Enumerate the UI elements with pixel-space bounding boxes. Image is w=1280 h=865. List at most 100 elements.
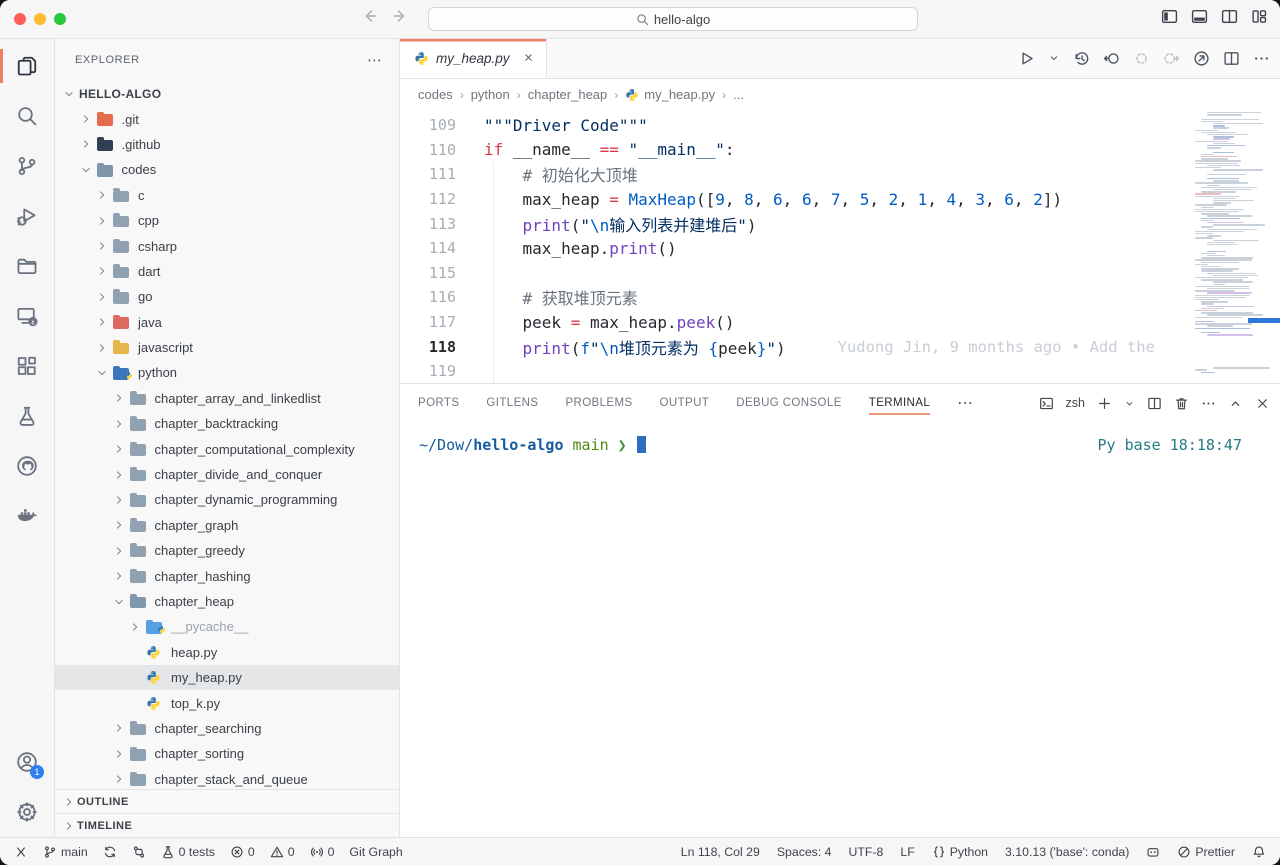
tree-item-chapter-backtracking[interactable]: chapter_backtracking	[55, 411, 399, 436]
activity-remote-explorer[interactable]	[0, 291, 54, 341]
activity-accounts[interactable]: 1	[0, 737, 54, 787]
status-utf-8[interactable]: UTF-8	[849, 845, 884, 859]
status-robot-icon[interactable]	[1146, 845, 1160, 859]
status-3-10-13-base-conda-[interactable]: 3.10.13 ('base': conda)	[1005, 845, 1129, 859]
layout-sidebar-icon[interactable]	[1161, 8, 1178, 25]
minimize-button[interactable]	[34, 13, 46, 25]
trash-icon[interactable]	[1174, 396, 1189, 411]
status-0[interactable]: 0	[310, 845, 335, 859]
status-lf[interactable]: LF	[900, 845, 914, 859]
circle-dim-icon[interactable]	[1133, 50, 1150, 67]
tree-item-c[interactable]: c	[55, 183, 399, 208]
more-dots-icon[interactable]	[1253, 50, 1270, 67]
shell-label[interactable]: zsh	[1066, 396, 1085, 410]
status-git-graph[interactable]: Git Graph	[349, 845, 402, 859]
breadcrumb-python[interactable]: python	[471, 87, 510, 102]
tree-item-chapter-graph[interactable]: chapter_graph	[55, 513, 399, 538]
layout-custom-icon[interactable]	[1251, 8, 1268, 25]
activity-run-debug[interactable]	[0, 191, 54, 241]
tree-item-chapter-hashing[interactable]: chapter_hashing	[55, 563, 399, 588]
tree-item-chapter-computational-complexity[interactable]: chapter_computational_complexity	[55, 436, 399, 461]
more-dots-icon[interactable]	[1201, 396, 1216, 411]
status-0[interactable]: 0	[230, 845, 255, 859]
nav-back-icon[interactable]	[362, 8, 378, 24]
close-button[interactable]	[14, 13, 26, 25]
status-ln-118-col-29[interactable]: Ln 118, Col 29	[681, 845, 760, 859]
tab-close-icon[interactable]	[523, 51, 534, 66]
tree-item-dart[interactable]: dart	[55, 259, 399, 284]
split-icon[interactable]	[1147, 396, 1162, 411]
panel-tab-output[interactable]: OUTPUT	[660, 384, 710, 422]
chev-up-icon[interactable]	[1228, 396, 1243, 411]
breadcrumb-codes[interactable]: codes	[418, 87, 453, 102]
code-editor[interactable]: 109"""Driver Code"""110if __name__ == "_…	[400, 110, 1280, 383]
activity-explorer[interactable]	[0, 41, 54, 91]
activity-testing[interactable]	[0, 391, 54, 441]
tree-item-chapter-heap[interactable]: chapter_heap	[55, 589, 399, 614]
terminal-icon[interactable]	[1039, 396, 1054, 411]
minimap[interactable]	[1192, 112, 1266, 380]
panel-tab-terminal[interactable]: TERMINAL	[869, 384, 930, 422]
tree-item--github[interactable]: .github	[55, 132, 399, 157]
status-0[interactable]: 0	[270, 845, 295, 859]
breadcrumb-chapter_heap[interactable]: chapter_heap	[528, 87, 608, 102]
activity-source-control[interactable]	[0, 141, 54, 191]
layout-secondary-icon[interactable]	[1221, 8, 1238, 25]
status-prettier[interactable]: Prettier	[1177, 845, 1235, 859]
tree-item-my-heap-py[interactable]: my_heap.py	[55, 665, 399, 690]
section-timeline[interactable]: TIMELINE	[55, 813, 399, 837]
breadcrumb--[interactable]: ...	[733, 87, 744, 102]
activity-project-manager[interactable]	[0, 241, 54, 291]
tree-item-csharp[interactable]: csharp	[55, 233, 399, 258]
plus-icon[interactable]	[1097, 396, 1112, 411]
activity-docker[interactable]	[0, 491, 54, 541]
history-icon[interactable]	[1073, 50, 1090, 67]
tree-item--git[interactable]: .git	[55, 106, 399, 131]
tree-item-chapter-array-and-linkedlist[interactable]: chapter_array_and_linkedlist	[55, 386, 399, 411]
tree-item-hello-algo[interactable]: HELLO-ALGO	[55, 81, 399, 106]
tree-item-heap-py[interactable]: heap.py	[55, 640, 399, 665]
panel-tab-problems[interactable]: PROBLEMS	[565, 384, 632, 422]
status-bell-icon[interactable]	[1252, 845, 1266, 859]
nav-forward-icon[interactable]	[392, 8, 408, 24]
chev-down-sm-icon[interactable]	[1124, 398, 1135, 409]
status-main[interactable]: main	[43, 845, 88, 859]
tree-item-chapter-divide-and-conquer[interactable]: chapter_divide_and_conquer	[55, 462, 399, 487]
command-center-search[interactable]: hello-algo	[428, 7, 918, 31]
tree-item-top-k-py[interactable]: top_k.py	[55, 690, 399, 715]
status-spaces-4[interactable]: Spaces: 4	[777, 845, 832, 859]
tree-item--pycache-[interactable]: __pycache__	[55, 614, 399, 639]
zoom-button[interactable]	[54, 13, 66, 25]
status-python[interactable]: Python	[932, 845, 988, 859]
panel-tab-debug-console[interactable]: DEBUG CONSOLE	[736, 384, 842, 422]
chev-down-sm-icon[interactable]	[1048, 52, 1060, 64]
tree-item-chapter-greedy[interactable]: chapter_greedy	[55, 538, 399, 563]
activity-search[interactable]	[0, 91, 54, 141]
tree-item-codes[interactable]: codes	[55, 157, 399, 182]
panel-tab-ports[interactable]: PORTS	[418, 384, 459, 422]
activity-github[interactable]	[0, 441, 54, 491]
tree-item-chapter-stack-and-queue[interactable]: chapter_stack_and_queue	[55, 767, 399, 789]
panel-tab-gitlens[interactable]: GITLENS	[486, 384, 538, 422]
tree-item-chapter-dynamic-programming[interactable]: chapter_dynamic_programming	[55, 487, 399, 512]
status-compare-icon[interactable]	[132, 845, 146, 859]
breadcrumb-my_heap-py[interactable]: my_heap.py	[625, 87, 715, 102]
run-icon[interactable]	[1018, 50, 1035, 67]
panel-more-actions[interactable]: ⋯	[957, 393, 975, 413]
status-remote-icon[interactable]	[14, 845, 28, 859]
status-sync-icon[interactable]	[103, 845, 117, 859]
split-icon[interactable]	[1223, 50, 1240, 67]
tree-item-chapter-searching[interactable]: chapter_searching	[55, 716, 399, 741]
tree-item-java[interactable]: java	[55, 310, 399, 335]
explorer-more-actions[interactable]: ⋯	[367, 51, 383, 69]
circle-fwd-icon[interactable]	[1163, 50, 1180, 67]
section-outline[interactable]: OUTLINE	[55, 789, 399, 813]
activity-extensions[interactable]	[0, 341, 54, 391]
tree-item-cpp[interactable]: cpp	[55, 208, 399, 233]
status-0-tests[interactable]: 0 tests	[161, 845, 215, 859]
tree-item-python[interactable]: python	[55, 360, 399, 385]
activity-settings[interactable]	[0, 787, 54, 837]
tree-item-chapter-sorting[interactable]: chapter_sorting	[55, 741, 399, 766]
close-icon[interactable]	[1255, 396, 1270, 411]
terminal[interactable]: ~/Dow/hello-algo main ❯ Py base 18:18:47	[400, 422, 1280, 837]
